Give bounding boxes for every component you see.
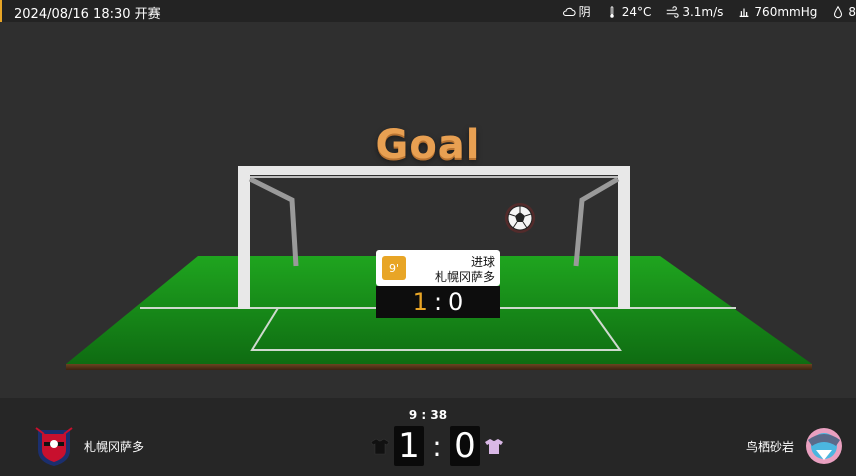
home-team-name: 札幌冈萨多 (84, 439, 145, 454)
temperature-text: 24°C (621, 4, 652, 19)
soccer-ball-icon (505, 203, 535, 233)
goal-title: Goal (375, 122, 481, 168)
goal-right-post (618, 166, 630, 309)
goal-animation-stage: Goal 9' 进球 札幌冈萨多 1 : 0 (0, 22, 856, 398)
away-shirt-icon (485, 439, 503, 454)
pitch-scene (66, 166, 812, 370)
event-team: 札幌冈萨多 (434, 270, 495, 284)
event-score-card: 1 : 0 (376, 286, 500, 318)
pressure-icon (740, 8, 749, 17)
away-team-crest (806, 428, 842, 464)
weather-wind: 3.1m/s (665, 3, 723, 20)
weather-temperature: 24°C (605, 3, 652, 20)
weather-condition-text: 阴 (578, 5, 591, 19)
match-info-bar: 2024/08/16 18:30 开赛 阴 24°C 3.1m/s 760mmH… (0, 0, 856, 22)
home-score: 1 (394, 426, 424, 466)
cloudy-icon (562, 7, 576, 16)
weather-panel: 阴 24°C 3.1m/s 760mmHg 8 (562, 3, 856, 20)
away-score: 0 (450, 426, 480, 466)
event-score-separator: : (433, 288, 443, 316)
wind-text: 3.1m/s (682, 4, 724, 19)
accent-stripe (0, 0, 2, 22)
scoreboard-bar: 9 : 38 札幌冈萨多 1 : 0 鸟栖砂岩 (0, 398, 856, 476)
pressure-text: 760mmHg (754, 4, 818, 19)
event-minute-badge: 9' (382, 256, 406, 280)
thermometer-icon (609, 5, 614, 18)
home-shirt-icon (370, 438, 390, 455)
humidity-text: 8 (848, 4, 856, 19)
weather-condition: 阴 (562, 3, 591, 20)
main-score: 1 : 0 (370, 426, 504, 466)
home-team-crest (35, 427, 73, 466)
match-datetime: 2024/08/16 18:30 开赛 (14, 7, 161, 22)
wind-icon (667, 5, 679, 18)
match-clock: 9 : 38 (408, 408, 448, 422)
goal-left-support (248, 176, 299, 267)
away-team-name: 鸟栖砂岩 (745, 439, 794, 454)
weather-humidity: 8 (831, 3, 856, 20)
goal-event-card: 9' 进球 札幌冈萨多 (376, 250, 500, 286)
score-separator: : (432, 429, 442, 463)
home-team: 札幌冈萨多 (32, 424, 144, 468)
goal-left-post (238, 166, 250, 309)
event-score-away: 0 (448, 288, 464, 316)
event-score-home: 1 (412, 288, 428, 316)
weather-pressure: 760mmHg (737, 3, 817, 20)
pitch-soil (66, 364, 812, 370)
goal-right-support (573, 176, 620, 267)
away-team: 鸟栖砂岩 (746, 424, 846, 468)
droplet-icon (834, 5, 843, 18)
